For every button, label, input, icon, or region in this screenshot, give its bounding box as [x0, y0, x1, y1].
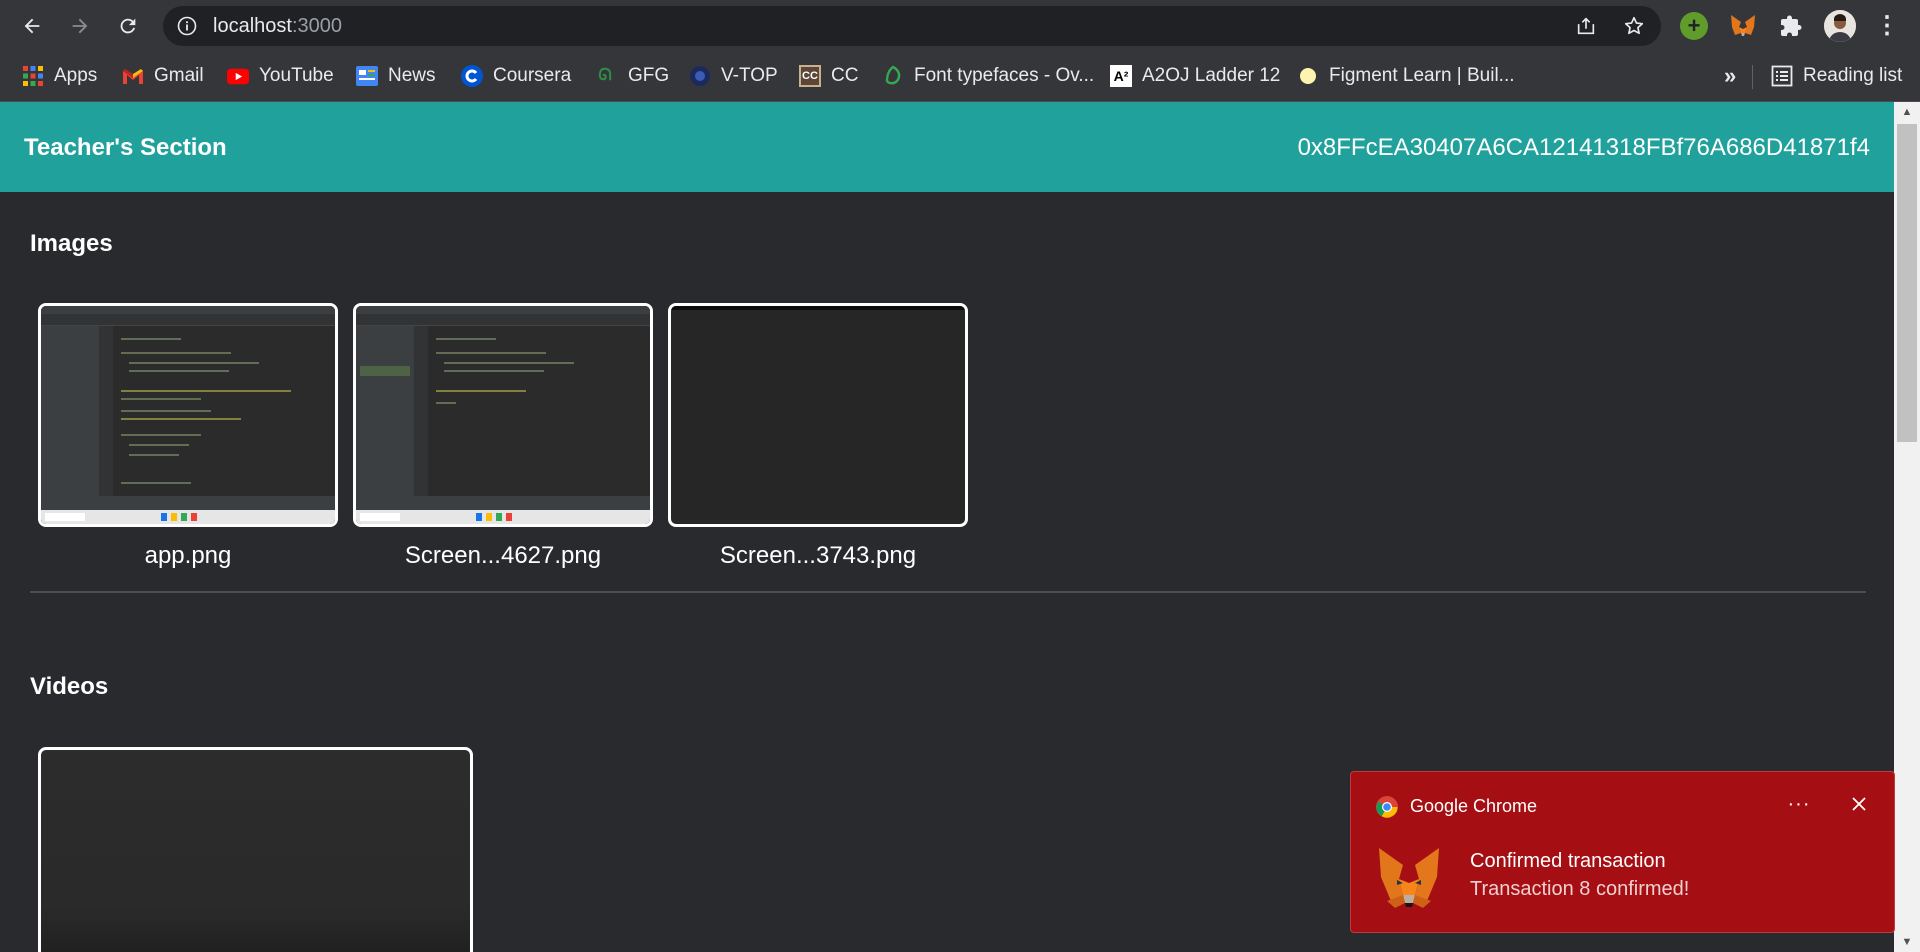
star-icon[interactable] [1622, 14, 1646, 38]
reload-icon [120, 18, 136, 34]
image-caption: app.png [144, 542, 232, 569]
info-icon[interactable] [177, 16, 197, 41]
a2oj-icon: A² [1110, 65, 1132, 87]
bookmark-label: Font typefaces - Ov... [914, 65, 1095, 86]
bookmark-news[interactable]: News [356, 62, 436, 90]
profile-avatar[interactable] [1824, 10, 1856, 42]
leaf-icon [882, 65, 904, 87]
back-icon [24, 18, 40, 34]
videos-section-title: Videos [30, 673, 109, 700]
bookmark-apps[interactable]: Apps [22, 62, 97, 90]
bookmark-font-typefaces[interactable]: Font typefaces - Ov... [882, 62, 1094, 90]
screenshot-preview [671, 306, 965, 310]
bookmark-a2oj[interactable]: A² A2OJ Ladder 12 [1110, 62, 1280, 90]
page-title: Teacher's Section [24, 134, 227, 161]
image-thumbnail[interactable] [668, 303, 968, 527]
bookmark-label: CC [831, 65, 859, 86]
image-thumbnail[interactable] [38, 303, 338, 527]
bookmarks-overflow-button[interactable]: » [1724, 62, 1736, 90]
puzzle-icon[interactable] [1777, 12, 1805, 40]
images-section-title: Images [30, 230, 113, 257]
image-caption: Screen...4627.png [404, 542, 602, 569]
video-player[interactable] [38, 747, 473, 952]
scroll-up-icon[interactable]: ▲ [1894, 102, 1920, 122]
bookmark-gmail[interactable]: Gmail [122, 62, 204, 90]
bookmark-label: News [388, 65, 436, 86]
scroll-down-icon[interactable]: ▼ [1894, 932, 1920, 952]
wallet-address: 0x8FFcEA30407A6CA12141318FBf76A686D41871… [1297, 134, 1870, 161]
reading-list-button[interactable]: Reading list [1771, 62, 1902, 90]
figment-icon [1297, 65, 1319, 87]
browser-toolbar: localhost:3000 + ⋮ [0, 0, 1920, 52]
screenshot-preview [41, 306, 335, 524]
bookmark-label: YouTube [259, 65, 334, 86]
bookmark-label: A2OJ Ladder 12 [1142, 65, 1281, 86]
app-header: Teacher's Section 0x8FFcEA30407A6CA12141… [0, 102, 1894, 192]
kebab-menu-icon[interactable]: ⋮ [1873, 12, 1901, 40]
notification-heading: Confirmed transaction [1470, 850, 1666, 872]
chrome-icon [1375, 795, 1399, 819]
url-port: :3000 [291, 15, 342, 37]
bookmark-figment[interactable]: Figment Learn | Buil... [1297, 62, 1515, 90]
bookmark-cc[interactable]: CC CC [799, 62, 858, 90]
apps-grid-icon [22, 65, 44, 87]
notification-app-name: Google Chrome [1410, 796, 1538, 816]
address-bar[interactable]: localhost:3000 [163, 6, 1661, 46]
bookmark-vtop[interactable]: V-TOP [689, 62, 778, 90]
notification-body: Transaction 8 confirmed! [1470, 878, 1690, 900]
bookmark-label: GFG [628, 65, 670, 86]
more-options-icon[interactable]: ··· [1781, 786, 1817, 822]
section-divider [30, 591, 1866, 593]
share-icon[interactable] [1574, 14, 1598, 38]
screenshot-preview [356, 306, 650, 524]
bookmarks-separator [1752, 65, 1753, 89]
forward-icon [72, 18, 88, 34]
close-icon[interactable] [1841, 786, 1877, 822]
reading-list-label: Reading list [1803, 65, 1903, 86]
bookmark-coursera[interactable]: Coursera [461, 62, 571, 90]
bookmark-label: V-TOP [721, 65, 778, 86]
reading-list-icon [1771, 65, 1793, 87]
image-thumbnail[interactable] [353, 303, 653, 527]
metamask-fox-icon[interactable] [1729, 12, 1757, 40]
url-host: localhost [213, 15, 292, 37]
coursera-icon [461, 65, 483, 87]
bookmark-label: Gmail [154, 65, 204, 86]
reload-button[interactable] [111, 9, 145, 43]
extension-plus-icon[interactable]: + [1680, 12, 1708, 40]
bookmark-label: Coursera [493, 65, 572, 86]
metamask-fox-icon [1373, 842, 1445, 914]
vtop-icon [689, 65, 711, 87]
youtube-icon [227, 65, 249, 87]
bookmark-label: Apps [54, 65, 98, 86]
bookmark-youtube[interactable]: YouTube [227, 62, 334, 90]
gmail-icon [122, 65, 144, 87]
gfg-icon: ᘏ [598, 67, 612, 84]
bookmark-gfg[interactable]: ᘏ GFG [592, 62, 669, 90]
codechef-icon: CC [799, 65, 821, 87]
forward-button[interactable] [63, 9, 97, 43]
bookmarks-bar: Apps Gmail YouTube News Coursera ᘏ GFG V… [0, 52, 1920, 102]
url-text[interactable]: localhost:3000 [213, 15, 342, 38]
back-button[interactable] [15, 9, 49, 43]
notification-toast[interactable]: Google Chrome ··· Confirmed transaction … [1350, 771, 1895, 933]
scrollbar-thumb[interactable] [1897, 124, 1917, 442]
news-icon [356, 65, 378, 87]
bookmark-label: Figment Learn | Buil... [1329, 65, 1515, 86]
page-scrollbar[interactable]: ▲ ▼ [1894, 102, 1920, 952]
image-caption: Screen...3743.png [719, 542, 917, 569]
